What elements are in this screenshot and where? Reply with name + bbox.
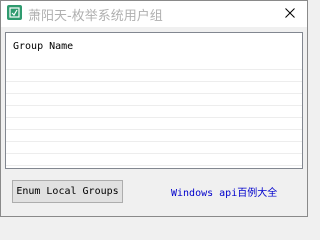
enum-local-groups-button[interactable]: Enum Local Groups: [12, 180, 123, 203]
column-header-group-name[interactable]: Group Name: [13, 41, 73, 52]
dialog-window: 萧阳天-枚举系统用户组 Group Name Enum Local Groups…: [0, 0, 308, 217]
windows-api-link[interactable]: Windows api百例大全: [171, 184, 277, 199]
list-rows-area: [6, 58, 302, 168]
app-icon: [7, 5, 22, 20]
close-icon: [285, 8, 295, 18]
list-header: Group Name: [6, 33, 302, 58]
title-bar[interactable]: 萧阳天-枚举系统用户组: [1, 1, 307, 27]
close-button[interactable]: [279, 3, 301, 23]
group-list-view[interactable]: Group Name: [5, 32, 303, 169]
window-title: 萧阳天-枚举系统用户组: [28, 9, 163, 24]
